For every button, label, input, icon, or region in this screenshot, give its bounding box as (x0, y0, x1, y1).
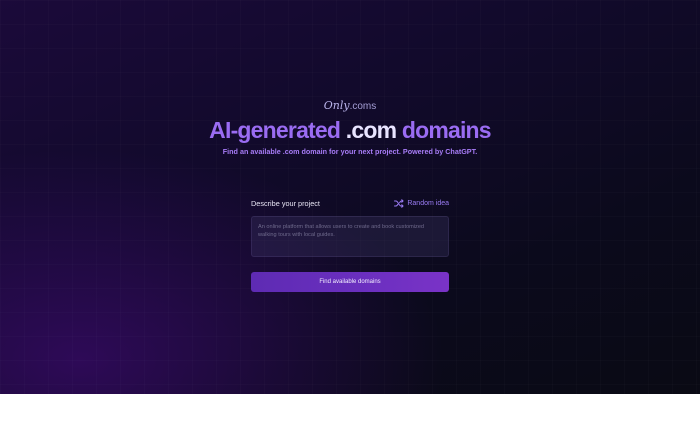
find-domains-button[interactable]: Find available domains (251, 272, 449, 292)
page-subtitle: Find an available .com domain for your n… (222, 147, 478, 156)
domain-form: Describe your project Random idea Find a… (251, 196, 449, 292)
logo[interactable]: Only.coms (0, 99, 700, 112)
random-idea-button[interactable]: Random idea (394, 198, 449, 208)
footer-blank-area (0, 394, 700, 438)
shuffle-icon (394, 198, 404, 208)
project-label: Describe your project (251, 198, 320, 208)
project-description-input[interactable] (251, 216, 449, 257)
form-header: Describe your project Random idea (251, 196, 449, 210)
logo-script: Only (323, 99, 350, 112)
title-part-3: domains (401, 117, 492, 143)
title-part-1: AI-generated (209, 117, 341, 143)
random-idea-label: Random idea (407, 199, 449, 207)
title-part-2: .com (345, 117, 397, 143)
hero-section: Only.coms AI-generated .com domains Find… (0, 0, 700, 394)
logo-tld: .coms (349, 101, 377, 112)
page-title: AI-generated .com domains (0, 117, 700, 144)
